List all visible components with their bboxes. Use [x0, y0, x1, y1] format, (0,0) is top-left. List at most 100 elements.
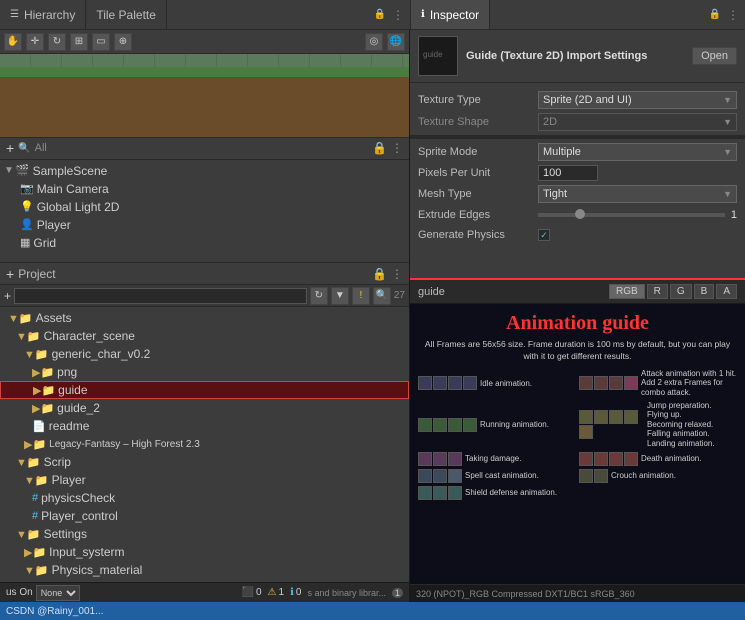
channel-rgb-btn[interactable]: RGB	[609, 284, 645, 299]
global-light-item[interactable]: 💡 Global Light 2D	[0, 198, 409, 216]
hierarchy-add-btn[interactable]: +	[6, 140, 14, 156]
idle-sprites	[418, 376, 477, 390]
preview-header: guide RGB R G B A	[410, 280, 745, 304]
assets-folder[interactable]: ▼📁 Assets	[0, 309, 409, 327]
global-local-btn[interactable]: 🌐	[387, 33, 405, 51]
sp3	[448, 469, 462, 483]
scale-tool[interactable]: ⊞	[70, 33, 88, 51]
scrip-folder[interactable]: ▼📁 Scrip	[0, 453, 409, 471]
texture-shape-label: Texture Shape	[418, 116, 538, 128]
move-tool[interactable]: ✛	[26, 33, 44, 51]
grid-item[interactable]: ▦ Grid	[0, 234, 409, 252]
project-filter-icon[interactable]: ▼	[331, 287, 349, 305]
asset-thumb-svg: guide	[419, 37, 457, 75]
input-folder-label: Input_systerm	[49, 545, 124, 559]
physics-check-file[interactable]: # physicsCheck	[0, 489, 409, 507]
grid-icon: ▦	[20, 236, 30, 249]
transform-tool[interactable]: ⊕	[114, 33, 132, 51]
play-on-text: us On	[6, 587, 33, 598]
sprite-mode-dropdown[interactable]: Multiple ▼	[538, 143, 737, 161]
character-scene-folder[interactable]: ▼📁 Character_scene	[0, 327, 409, 345]
scene-toolbar: ✋ ✛ ↻ ⊞ ▭ ⊕ ◎ 🌐	[0, 30, 409, 54]
project-refresh-icon[interactable]: ↻	[310, 287, 328, 305]
project-header: + Project 🔒 ⋮	[0, 263, 409, 285]
shield-label: Shield defense animation.	[465, 488, 557, 497]
project-alert-icon[interactable]: !	[352, 287, 370, 305]
physics-check-label: physicsCheck	[41, 491, 115, 505]
a4	[624, 376, 638, 390]
player-control-icon: #	[32, 510, 38, 522]
legacy-fantasy-folder[interactable]: ▶📁 Legacy-Fantasy – High Forest 2.3	[0, 435, 409, 453]
channel-g-btn[interactable]: G	[670, 284, 692, 299]
inspector-menu-icon[interactable]: ⋮	[721, 8, 745, 22]
texture-shape-dropdown[interactable]: 2D ▼	[538, 113, 737, 131]
guide2-folder-label: guide_2	[57, 401, 100, 415]
physics-check-icon: #	[32, 492, 38, 504]
scene-arrow: ▼	[4, 165, 14, 176]
extrude-slider[interactable]	[538, 213, 725, 217]
pixels-per-unit-input[interactable]	[538, 165, 598, 181]
play-mode-select[interactable]: None	[36, 585, 80, 601]
bottom-bar-text: CSDN @Rainy_001...	[6, 606, 103, 617]
anim-row-death: Death animation.	[579, 452, 737, 466]
s3	[448, 376, 462, 390]
player-control-file[interactable]: # Player_control	[0, 507, 409, 525]
anim-row-attack: Attack animation with 1 hit.Add 2 extra …	[579, 369, 737, 398]
physics-material-folder[interactable]: ▼📁 Physics_material	[0, 561, 409, 579]
hand-tool[interactable]: ✋	[4, 33, 22, 51]
readme-file[interactable]: 📄 readme	[0, 417, 409, 435]
guide-folder-label: guide	[58, 383, 87, 397]
player-scripts-folder[interactable]: ▼📁 Player	[0, 471, 409, 489]
input-systerm-folder[interactable]: ▶📁 Input_systerm	[0, 543, 409, 561]
char-scene-icon: ▼📁	[16, 330, 41, 343]
scene-background[interactable]	[0, 54, 409, 137]
d3	[448, 452, 462, 466]
scene-item[interactable]: ▼ 🎬 SampleScene	[0, 162, 409, 180]
panel-menu-icon[interactable]: ⋮	[386, 8, 410, 22]
attack-sprites	[579, 376, 638, 390]
channel-buttons: RGB R G B A	[609, 284, 737, 299]
asset-info: Guide (Texture 2D) Import Settings	[466, 50, 684, 62]
project-add-btn[interactable]: +	[6, 266, 14, 282]
project-menu-icon[interactable]: ⋮	[391, 267, 403, 281]
jump-sprites	[579, 410, 644, 439]
player-item[interactable]: 👤 Player	[0, 216, 409, 234]
channel-r-btn[interactable]: R	[647, 284, 668, 299]
anim-row-running: Running animation.	[418, 401, 576, 449]
player-control-label: Player_control	[41, 509, 118, 523]
tab-inspector[interactable]: ℹ Inspector	[411, 0, 490, 29]
project-panel-icons: 🔒 ⋮	[372, 267, 403, 281]
assets-folder-label: Assets	[36, 311, 72, 325]
sprite-mode-label: Sprite Mode	[418, 146, 538, 158]
j4	[624, 410, 638, 424]
light-icon: 💡	[20, 200, 34, 213]
png-folder[interactable]: ▶📁 png	[0, 363, 409, 381]
guide2-folder[interactable]: ▶📁 guide_2	[0, 399, 409, 417]
left-panel: ✋ ✛ ↻ ⊞ ▭ ⊕ ◎ 🌐 + 🔍 All	[0, 30, 410, 602]
center-pivot-btn[interactable]: ◎	[365, 33, 383, 51]
tab-hierarchy[interactable]: ☰ Hierarchy	[0, 0, 86, 29]
generic-char-folder[interactable]: ▼📁 generic_char_v0.2	[0, 345, 409, 363]
channel-b-btn[interactable]: B	[694, 284, 715, 299]
mesh-type-dropdown[interactable]: Tight ▼	[538, 185, 737, 203]
settings-folder[interactable]: ▼📁 Settings	[0, 525, 409, 543]
death-label: Death animation.	[641, 454, 701, 463]
generate-physics-label: Generate Physics	[418, 229, 538, 241]
open-button[interactable]: Open	[692, 47, 737, 65]
preview-image-area[interactable]: Animation guide All Frames are 56x56 siz…	[410, 304, 745, 584]
hierarchy-menu-icon[interactable]: ⋮	[391, 141, 403, 155]
channel-a-btn[interactable]: A	[716, 284, 737, 299]
tab-tile-palette[interactable]: Tile Palette	[86, 0, 167, 29]
rotate-tool[interactable]: ↻	[48, 33, 66, 51]
texture-type-dropdown[interactable]: Sprite (2D and UI) ▼	[538, 91, 737, 109]
generate-physics-checkbox[interactable]: ✓	[538, 229, 550, 241]
r2	[433, 418, 447, 432]
death-sprites	[579, 452, 638, 466]
guide-folder[interactable]: ▶📁 guide	[0, 381, 409, 399]
project-search-btn[interactable]: 🔍	[373, 287, 391, 305]
readme-file-label: readme	[49, 419, 90, 433]
project-create-btn[interactable]: +	[4, 289, 11, 303]
rect-tool[interactable]: ▭	[92, 33, 110, 51]
main-camera-item[interactable]: 📷 Main Camera	[0, 180, 409, 198]
project-search-input[interactable]	[14, 288, 307, 304]
